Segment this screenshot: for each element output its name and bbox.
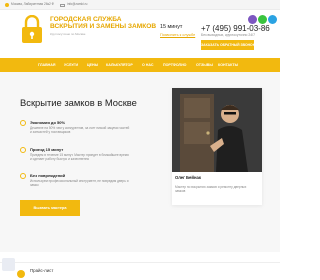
- feature-description: Используем профессиональный инструмент, …: [30, 179, 129, 188]
- nav-item-reviews[interactable]: ОТЗЫВЫ: [196, 58, 213, 72]
- viber-icon[interactable]: [248, 15, 257, 24]
- hero-title: Вскрытие замков в Москве: [20, 97, 137, 108]
- main-nav: ГЛАВНАЯ УСЛУГИ ЦЕНЫ КАЛЬКУЛЯТОР О НАС ПО…: [0, 58, 280, 72]
- nav-item-portfolio[interactable]: ПОРТФОЛИО: [163, 58, 186, 72]
- price-list-toggle-icon[interactable]: [17, 270, 25, 278]
- logo-tagline: Круглосуточно по Москве: [50, 32, 86, 36]
- check-icon: [20, 173, 26, 179]
- nav-item-services[interactable]: УСЛУГИ: [64, 58, 78, 72]
- nav-item-home[interactable]: ГЛАВНАЯ: [38, 58, 55, 72]
- call-master-button[interactable]: Вызвать мастера: [20, 200, 80, 216]
- nav-item-prices[interactable]: ЦЕНЫ: [87, 58, 98, 72]
- email-link[interactable]: info@zamki.ru: [67, 2, 87, 7]
- mail-icon: [60, 3, 65, 7]
- master-photo: [172, 88, 262, 172]
- arrival-link[interactable]: Позвонить к службе: [160, 33, 195, 37]
- working-hours: Без выходных, круглосуточно 24/7: [201, 33, 255, 37]
- feature-description: Дешевле на 50% чем у конкурентов, за сче…: [30, 126, 130, 135]
- order-callback-button[interactable]: ЗАКАЗАТЬ ОБРАТНЫЙ ЗВОНОК: [201, 40, 255, 50]
- address-text: Москва, Лабиринтная 26к2 Ф: [11, 2, 55, 6]
- master-role: Мастер по вскрытию замков и ремонту двер…: [175, 185, 247, 193]
- feature-title: Без повреждений: [30, 173, 66, 178]
- whatsapp-icon[interactable]: [258, 15, 267, 24]
- master-name: Олег Бейнак: [175, 175, 201, 180]
- logo-subtitle: ВСКРЫТИЯ И ЗАМЕНЫ ЗАМКОВ: [50, 23, 157, 30]
- price-list-title: Прайс-лист: [30, 268, 54, 273]
- check-icon: [20, 147, 26, 153]
- nav-item-calculator[interactable]: КАЛЬКУЛЯТОР: [106, 58, 133, 72]
- feature-title: Приезд 15 минут: [30, 147, 64, 152]
- telegram-icon[interactable]: [268, 15, 277, 24]
- feature-description: Приедем в течение 15 минут. Мастер приед…: [30, 153, 129, 162]
- top-bar: Москва, Лабиринтная 26к2 Ф info@zamki.ru: [0, 0, 280, 10]
- logo-icon[interactable]: [18, 14, 46, 45]
- location-pin-icon: [5, 3, 9, 7]
- phone-number[interactable]: +7 (495) 991-03-86: [201, 24, 270, 33]
- recaptcha-badge[interactable]: [2, 258, 15, 271]
- check-icon: [20, 120, 26, 126]
- feature-title: Экономия до 50%: [30, 120, 66, 125]
- nav-item-contacts[interactable]: КОНТАКТЫ: [218, 58, 238, 72]
- cta-label: Вызвать мастера: [33, 206, 67, 210]
- arrival-time: 15 минут: [160, 24, 183, 30]
- nav-item-about[interactable]: О НАС: [142, 58, 154, 72]
- logo-title: ГОРОДСКАЯ СЛУЖБА: [50, 16, 122, 23]
